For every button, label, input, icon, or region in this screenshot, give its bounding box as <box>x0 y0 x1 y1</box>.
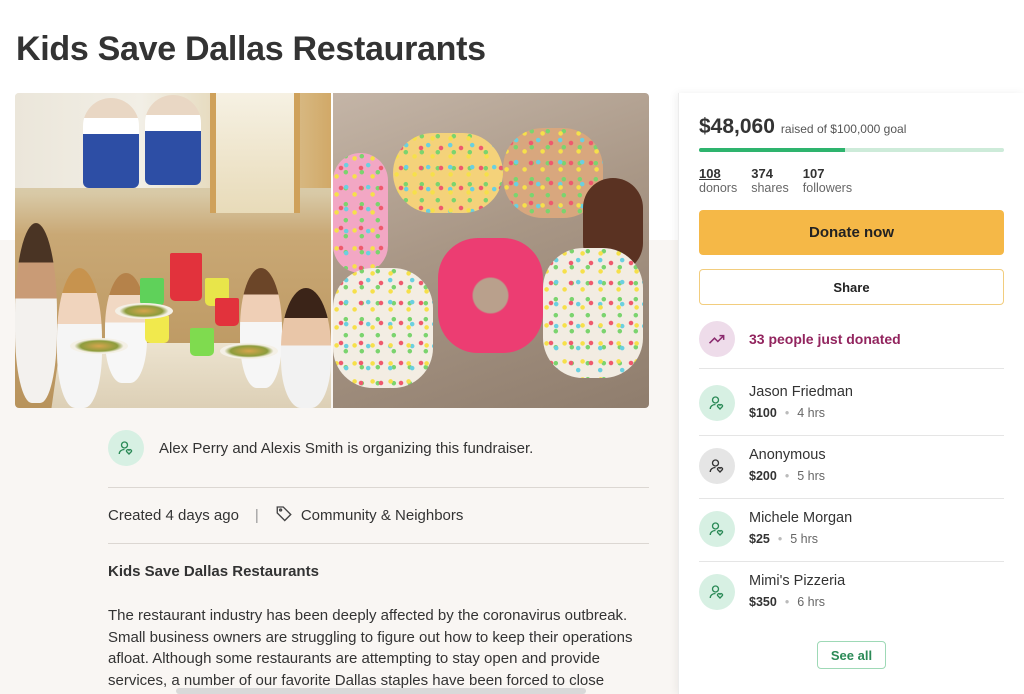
donation-item: Mimi's Pizzeria $350 • 6 hrs <box>699 573 845 611</box>
stat-label: donors <box>699 181 738 195</box>
trending-up-icon <box>699 321 735 357</box>
organizer-row: Alex Perry and Alexis Smith is organizin… <box>108 430 533 466</box>
recent-donations-text: 33 people just donated <box>749 331 901 347</box>
page-title: Kids Save Dallas Restaurants <box>16 30 486 68</box>
divider <box>699 561 1004 562</box>
story-title: Kids Save Dallas Restaurants <box>108 563 319 580</box>
tag-icon <box>275 504 293 527</box>
divider <box>699 435 1004 436</box>
organizer-text: Alex Perry and Alexis Smith is organizin… <box>159 439 534 457</box>
stat-value: 374 <box>751 166 773 181</box>
campaign-stats: 108 donors 374 shares 107 followers <box>699 166 852 195</box>
divider <box>108 487 649 488</box>
meta-separator: | <box>254 507 259 524</box>
stat-label: shares <box>751 181 789 195</box>
donation-card: $48,060 raised of $100,000 goal 108 dono… <box>678 93 1024 694</box>
donor-name: Jason Friedman <box>749 384 853 400</box>
donation-time: 5 hrs <box>790 532 819 546</box>
stat-label: followers <box>802 181 853 195</box>
donation-time: 6 hrs <box>797 595 825 609</box>
donuts-photo[interactable] <box>333 93 649 408</box>
stat-donors[interactable]: 108 donors <box>699 166 737 195</box>
divider <box>699 498 1004 499</box>
story-body: The restaurant industry has been deeply … <box>108 607 633 694</box>
progress-fill <box>699 148 846 152</box>
donor-name: Mimi's Pizzeria <box>749 573 846 589</box>
divider <box>699 368 1004 369</box>
raised-amount: $48,060 <box>699 115 775 138</box>
stat-shares: 374 shares <box>751 166 789 195</box>
user-heart-icon <box>699 574 735 610</box>
raised-summary: $48,060 raised of $100,000 goal <box>699 115 906 139</box>
category-link[interactable]: Community & Neighbors <box>301 507 464 524</box>
user-heart-icon <box>699 385 735 421</box>
campaign-meta: Created 4 days ago | Community & Neighbo… <box>108 504 463 527</box>
stat-followers: 107 followers <box>803 166 852 195</box>
user-heart-icon <box>699 448 735 484</box>
user-heart-icon <box>108 430 144 466</box>
raised-goal: raised of $100,000 goal <box>780 122 907 136</box>
donate-now-button[interactable]: Donate now <box>699 210 1004 255</box>
stat-value: 108 <box>699 166 721 181</box>
donation-amount: $25 <box>749 532 770 546</box>
horizontal-scrollbar[interactable] <box>176 688 586 694</box>
donation-time: 4 hrs <box>797 406 825 420</box>
share-button[interactable]: Share <box>699 269 1004 305</box>
donor-name: Anonymous <box>749 447 826 463</box>
progress-bar <box>699 148 1004 152</box>
donation-item: Anonymous $200 • 5 hrs <box>699 447 826 485</box>
stat-value: 107 <box>802 166 825 181</box>
user-heart-icon <box>699 511 735 547</box>
recent-donations-banner: 33 people just donated <box>699 321 901 357</box>
campaign-photos[interactable] <box>15 93 649 408</box>
donation-item: Jason Friedman $100 • 4 hrs <box>699 384 853 422</box>
divider <box>108 543 649 544</box>
see-all-button[interactable]: See all <box>817 641 886 669</box>
created-date: Created 4 days ago <box>108 507 239 524</box>
donation-time: 5 hrs <box>797 469 825 483</box>
donation-amount: $100 <box>749 406 777 420</box>
cafeteria-photo[interactable] <box>15 93 331 408</box>
donation-amount: $200 <box>749 469 777 483</box>
donation-item: Michele Morgan $25 • 5 hrs <box>699 510 852 548</box>
donor-name: Michele Morgan <box>749 510 853 526</box>
donation-amount: $350 <box>749 595 777 609</box>
